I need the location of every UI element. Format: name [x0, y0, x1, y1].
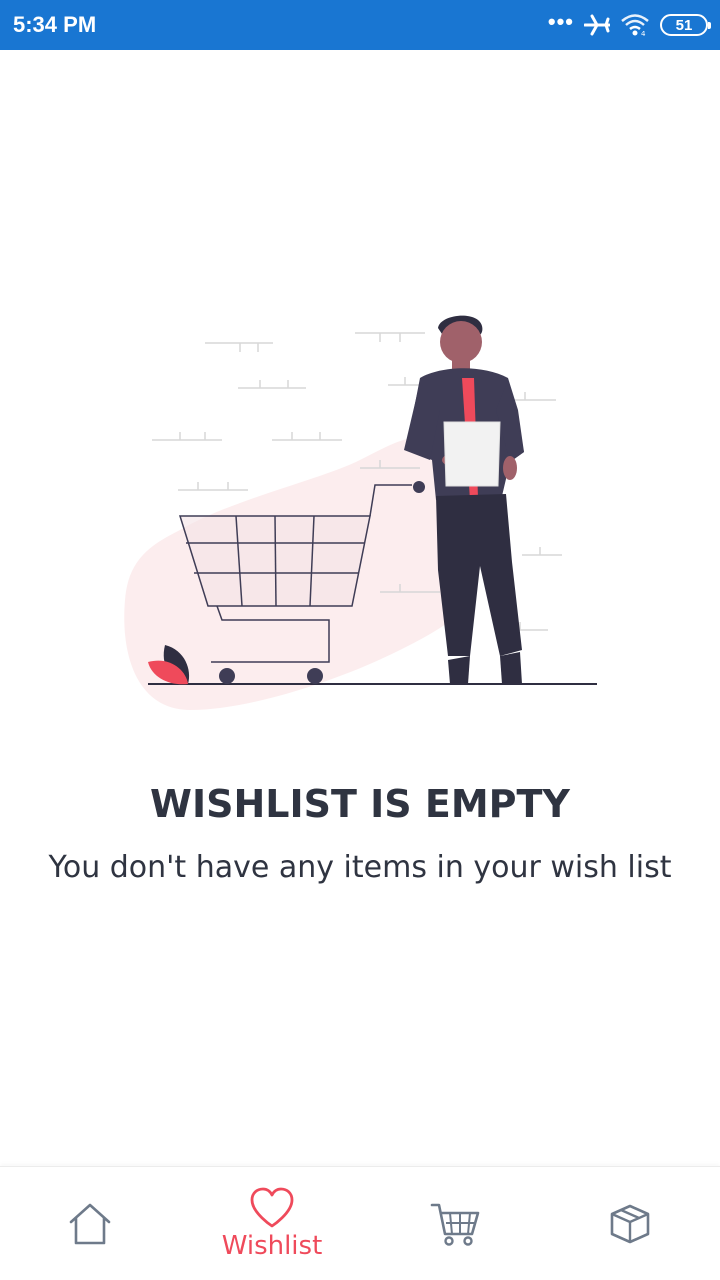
status-bar: 5:34 PM ••• 4 51: [0, 0, 720, 50]
bottom-navigation: Wishlist: [0, 1166, 720, 1280]
nav-item-wishlist[interactable]: Wishlist: [182, 1167, 362, 1280]
notification-dots: •••: [547, 9, 574, 34]
nav-item-cart[interactable]: [366, 1167, 546, 1280]
nav-item-orders[interactable]: [540, 1167, 720, 1280]
status-time: 5:34 PM: [13, 12, 97, 37]
home-icon: [69, 1203, 111, 1245]
nav-item-home[interactable]: [0, 1167, 180, 1280]
cart-icon: [430, 1203, 480, 1246]
box-icon: [610, 1204, 650, 1244]
nav-label-wishlist: Wishlist: [221, 1231, 323, 1261]
svg-text:4: 4: [641, 30, 646, 37]
battery-level: 51: [675, 16, 693, 34]
cart-wheel-right: [307, 668, 323, 684]
battery-icon: 51: [660, 14, 711, 36]
heart-icon: [250, 1187, 294, 1228]
wifi-icon: 4: [621, 14, 649, 37]
empty-state-title: WISHLIST IS EMPTY: [150, 782, 570, 826]
cart-wheel-left: [219, 668, 235, 684]
empty-state-message: You don't have any items in your wish li…: [48, 850, 672, 885]
empty-wishlist-illustration: [124, 315, 597, 710]
cart-handle-knob: [413, 481, 425, 493]
airplane-icon: [584, 14, 610, 36]
status-icons: ••• 4 51: [547, 9, 711, 37]
